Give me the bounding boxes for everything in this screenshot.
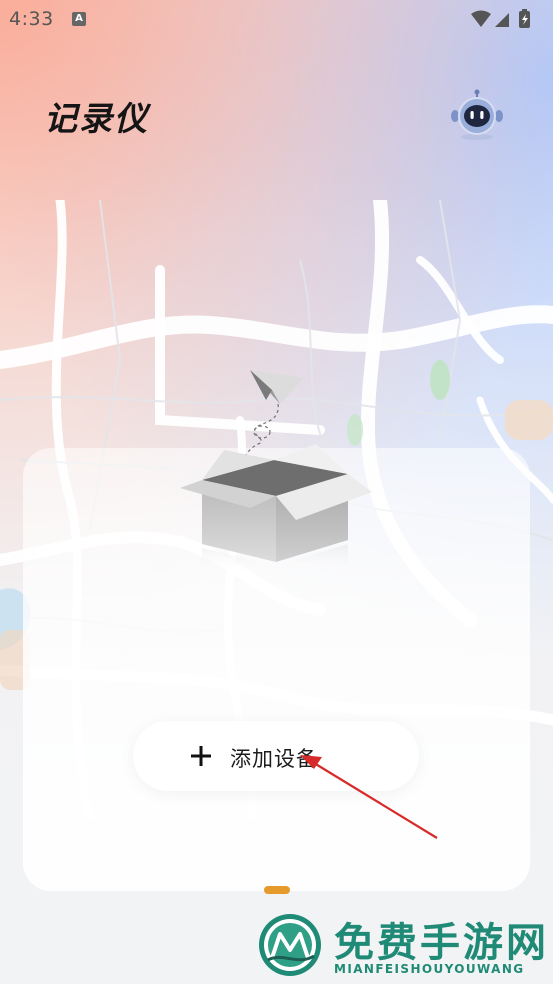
watermark-logo: [259, 914, 321, 976]
notification-icon: A: [72, 12, 86, 26]
robot-assistant-icon: [451, 89, 503, 140]
empty-box-illustration: [180, 444, 372, 575]
signal-icon: [495, 13, 509, 27]
watermark-subtitle: MIANFEISHOUYOUWANG: [334, 962, 525, 976]
add-device-button[interactable]: 添加设备: [133, 721, 419, 791]
status-bar: 4:33 A: [0, 0, 553, 40]
page-title: 记录仪: [44, 99, 149, 138]
wifi-icon: [471, 10, 491, 27]
status-time: 4:33: [9, 8, 54, 30]
watermark-title: 免费手游网: [334, 920, 549, 966]
page-indicator-dot: [264, 886, 290, 894]
plus-icon: [191, 746, 211, 766]
add-device-label: 添加设备: [230, 747, 318, 771]
status-icons: [471, 9, 530, 28]
robot-assistant-button[interactable]: [449, 89, 505, 141]
